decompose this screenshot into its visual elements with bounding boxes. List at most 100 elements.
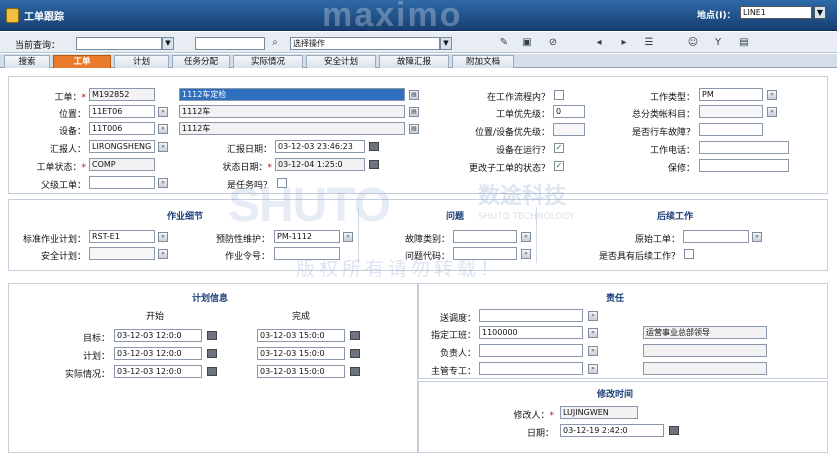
wo-priority-label: 工单优先级： (495, 110, 550, 120)
clear-icon[interactable]: ⊘ (546, 36, 560, 50)
reporter-lookup-icon[interactable]: » (158, 142, 168, 152)
long-description-icon[interactable]: ▤ (409, 107, 419, 117)
calendar-icon[interactable] (207, 331, 217, 340)
calendar-icon[interactable] (207, 349, 217, 358)
asset-lookup-icon[interactable]: » (158, 124, 168, 134)
people-icon[interactable]: ☺ (686, 36, 700, 50)
asset-field[interactable]: 11T006 (89, 122, 155, 135)
save-icon[interactable]: ▣ (520, 36, 534, 50)
original-wo-field[interactable] (683, 230, 749, 243)
problem-code-lookup-icon[interactable]: » (521, 249, 531, 259)
owner-description (643, 344, 767, 357)
pm-lookup-icon[interactable]: » (343, 232, 353, 242)
reporter-field[interactable]: LIRONGSHENG (89, 140, 155, 153)
wo-priority-field[interactable]: 0 (553, 105, 585, 118)
failure-class-field[interactable] (453, 230, 517, 243)
calendar-icon[interactable] (207, 367, 217, 376)
change-child-status-label: 更改子工单的状态？ (468, 164, 550, 174)
new-record-icon[interactable]: ✎ (497, 36, 511, 50)
breakdown-field[interactable] (699, 123, 763, 136)
crew-lookup-icon[interactable]: » (588, 328, 598, 338)
search-input[interactable] (195, 37, 265, 50)
original-wo-label: 原始工单： (634, 235, 680, 245)
next-icon[interactable]: ▸ (617, 36, 631, 50)
tab-failure-report[interactable]: 故障汇报 (379, 55, 449, 68)
parent-wo-label: 父级工单： (40, 181, 86, 191)
long-description-icon[interactable]: ▤ (409, 90, 419, 100)
tab-actual[interactable]: 实际情况 (233, 55, 303, 68)
supervisor-lookup-icon[interactable]: » (588, 364, 598, 374)
warranty-field[interactable] (699, 159, 789, 172)
status-date-field[interactable]: 03-12-04 1:25:0 (275, 158, 365, 171)
report-date-field[interactable]: 03-12-03 23:46:23 (275, 140, 365, 153)
status-date-label: 状态日期：* (222, 163, 272, 173)
schedule-finish-field[interactable]: 03-12-03 15:0:0 (257, 347, 345, 360)
owner-field[interactable] (479, 344, 583, 357)
parent-lookup-icon[interactable]: » (158, 178, 168, 188)
calendar-icon[interactable] (369, 160, 379, 169)
location-label: 位置： (58, 110, 86, 120)
actual-finish-field[interactable]: 03-12-03 15:0:0 (257, 365, 345, 378)
query-select[interactable] (76, 37, 162, 50)
safety-plan-lookup-icon[interactable]: » (158, 249, 168, 259)
tab-attachments[interactable]: 附加文档 (452, 55, 514, 68)
calendar-icon[interactable] (350, 331, 360, 340)
modified-date-field[interactable]: 03-12-19 2:42:0 (560, 424, 664, 437)
gl-account-field[interactable] (699, 105, 763, 118)
tab-assignment[interactable]: 任务分配 (172, 55, 230, 68)
tab-workorder[interactable]: 工单 (53, 55, 111, 68)
app-icon (6, 8, 19, 23)
modified-by-field[interactable]: LUJINGWEN (560, 406, 638, 419)
asset-running-checkbox[interactable]: ✓ (554, 143, 564, 153)
calendar-icon[interactable] (669, 426, 679, 435)
list-icon[interactable]: ☰ (642, 36, 656, 50)
actual-start-field[interactable]: 03-12-03 12:0:0 (114, 365, 202, 378)
previous-icon[interactable]: ◂ (592, 36, 606, 50)
binoculars-icon[interactable]: ⌕ (268, 36, 282, 50)
location-lookup-icon[interactable]: » (158, 107, 168, 117)
location-priority-field[interactable] (553, 123, 585, 136)
work-phone-field[interactable] (699, 141, 789, 154)
long-description-icon[interactable]: ▤ (409, 124, 419, 134)
chevron-down-icon[interactable]: ▼ (814, 6, 826, 19)
safety-plan-field[interactable] (89, 247, 155, 260)
tab-safety-plan[interactable]: 安全计划 (306, 55, 376, 68)
gl-account-lookup-icon[interactable]: » (767, 107, 777, 117)
chevron-down-icon[interactable]: ▼ (162, 37, 174, 50)
report-icon[interactable]: ▤ (737, 36, 751, 50)
site-input[interactable]: LINE1 (740, 6, 812, 19)
calendar-icon[interactable] (350, 367, 360, 376)
tab-search[interactable]: 搜索 (4, 55, 50, 68)
supervisor-field[interactable] (479, 362, 583, 375)
wo-description-field[interactable]: 1112车定检 (179, 88, 405, 101)
work-type-field[interactable]: PM (699, 88, 763, 101)
in-workflow-checkbox[interactable] (554, 90, 564, 100)
work-type-lookup-icon[interactable]: » (767, 90, 777, 100)
wo-number-field[interactable]: M192852 (89, 88, 155, 101)
owner-lookup-icon[interactable]: » (588, 346, 598, 356)
dispatch-field[interactable] (479, 309, 583, 322)
dispatch-lookup-icon[interactable]: » (588, 311, 598, 321)
calendar-icon[interactable] (369, 142, 379, 151)
chevron-down-icon[interactable]: ▼ (440, 37, 452, 50)
calendar-icon[interactable] (350, 349, 360, 358)
action-select[interactable]: 选择操作 (290, 37, 440, 50)
plan-lookup-icon[interactable]: » (158, 232, 168, 242)
target-finish-field[interactable]: 03-12-03 15:0:0 (257, 329, 345, 342)
target-label: 目标： (82, 334, 110, 344)
route-icon[interactable]: Y (711, 36, 725, 50)
schedule-start-field[interactable]: 03-12-03 12:0:0 (114, 347, 202, 360)
failure-lookup-icon[interactable]: » (521, 232, 531, 242)
location-field[interactable]: 11ET06 (89, 105, 155, 118)
has-followup-checkbox[interactable] (684, 249, 694, 259)
owner-label: 负责人： (439, 349, 476, 359)
original-wo-lookup-icon[interactable]: » (752, 232, 762, 242)
standard-plan-field[interactable]: RST-E1 (89, 230, 155, 243)
crew-field[interactable]: 1100000 (479, 326, 583, 339)
crew-description: 运营事业总部领导 (643, 326, 767, 339)
parent-wo-field[interactable] (89, 176, 155, 189)
tab-plan[interactable]: 计划 (114, 55, 169, 68)
target-start-field[interactable]: 03-12-03 12:0:0 (114, 329, 202, 342)
status-field[interactable]: COMP (89, 158, 155, 171)
change-child-status-checkbox[interactable]: ✓ (554, 161, 564, 171)
